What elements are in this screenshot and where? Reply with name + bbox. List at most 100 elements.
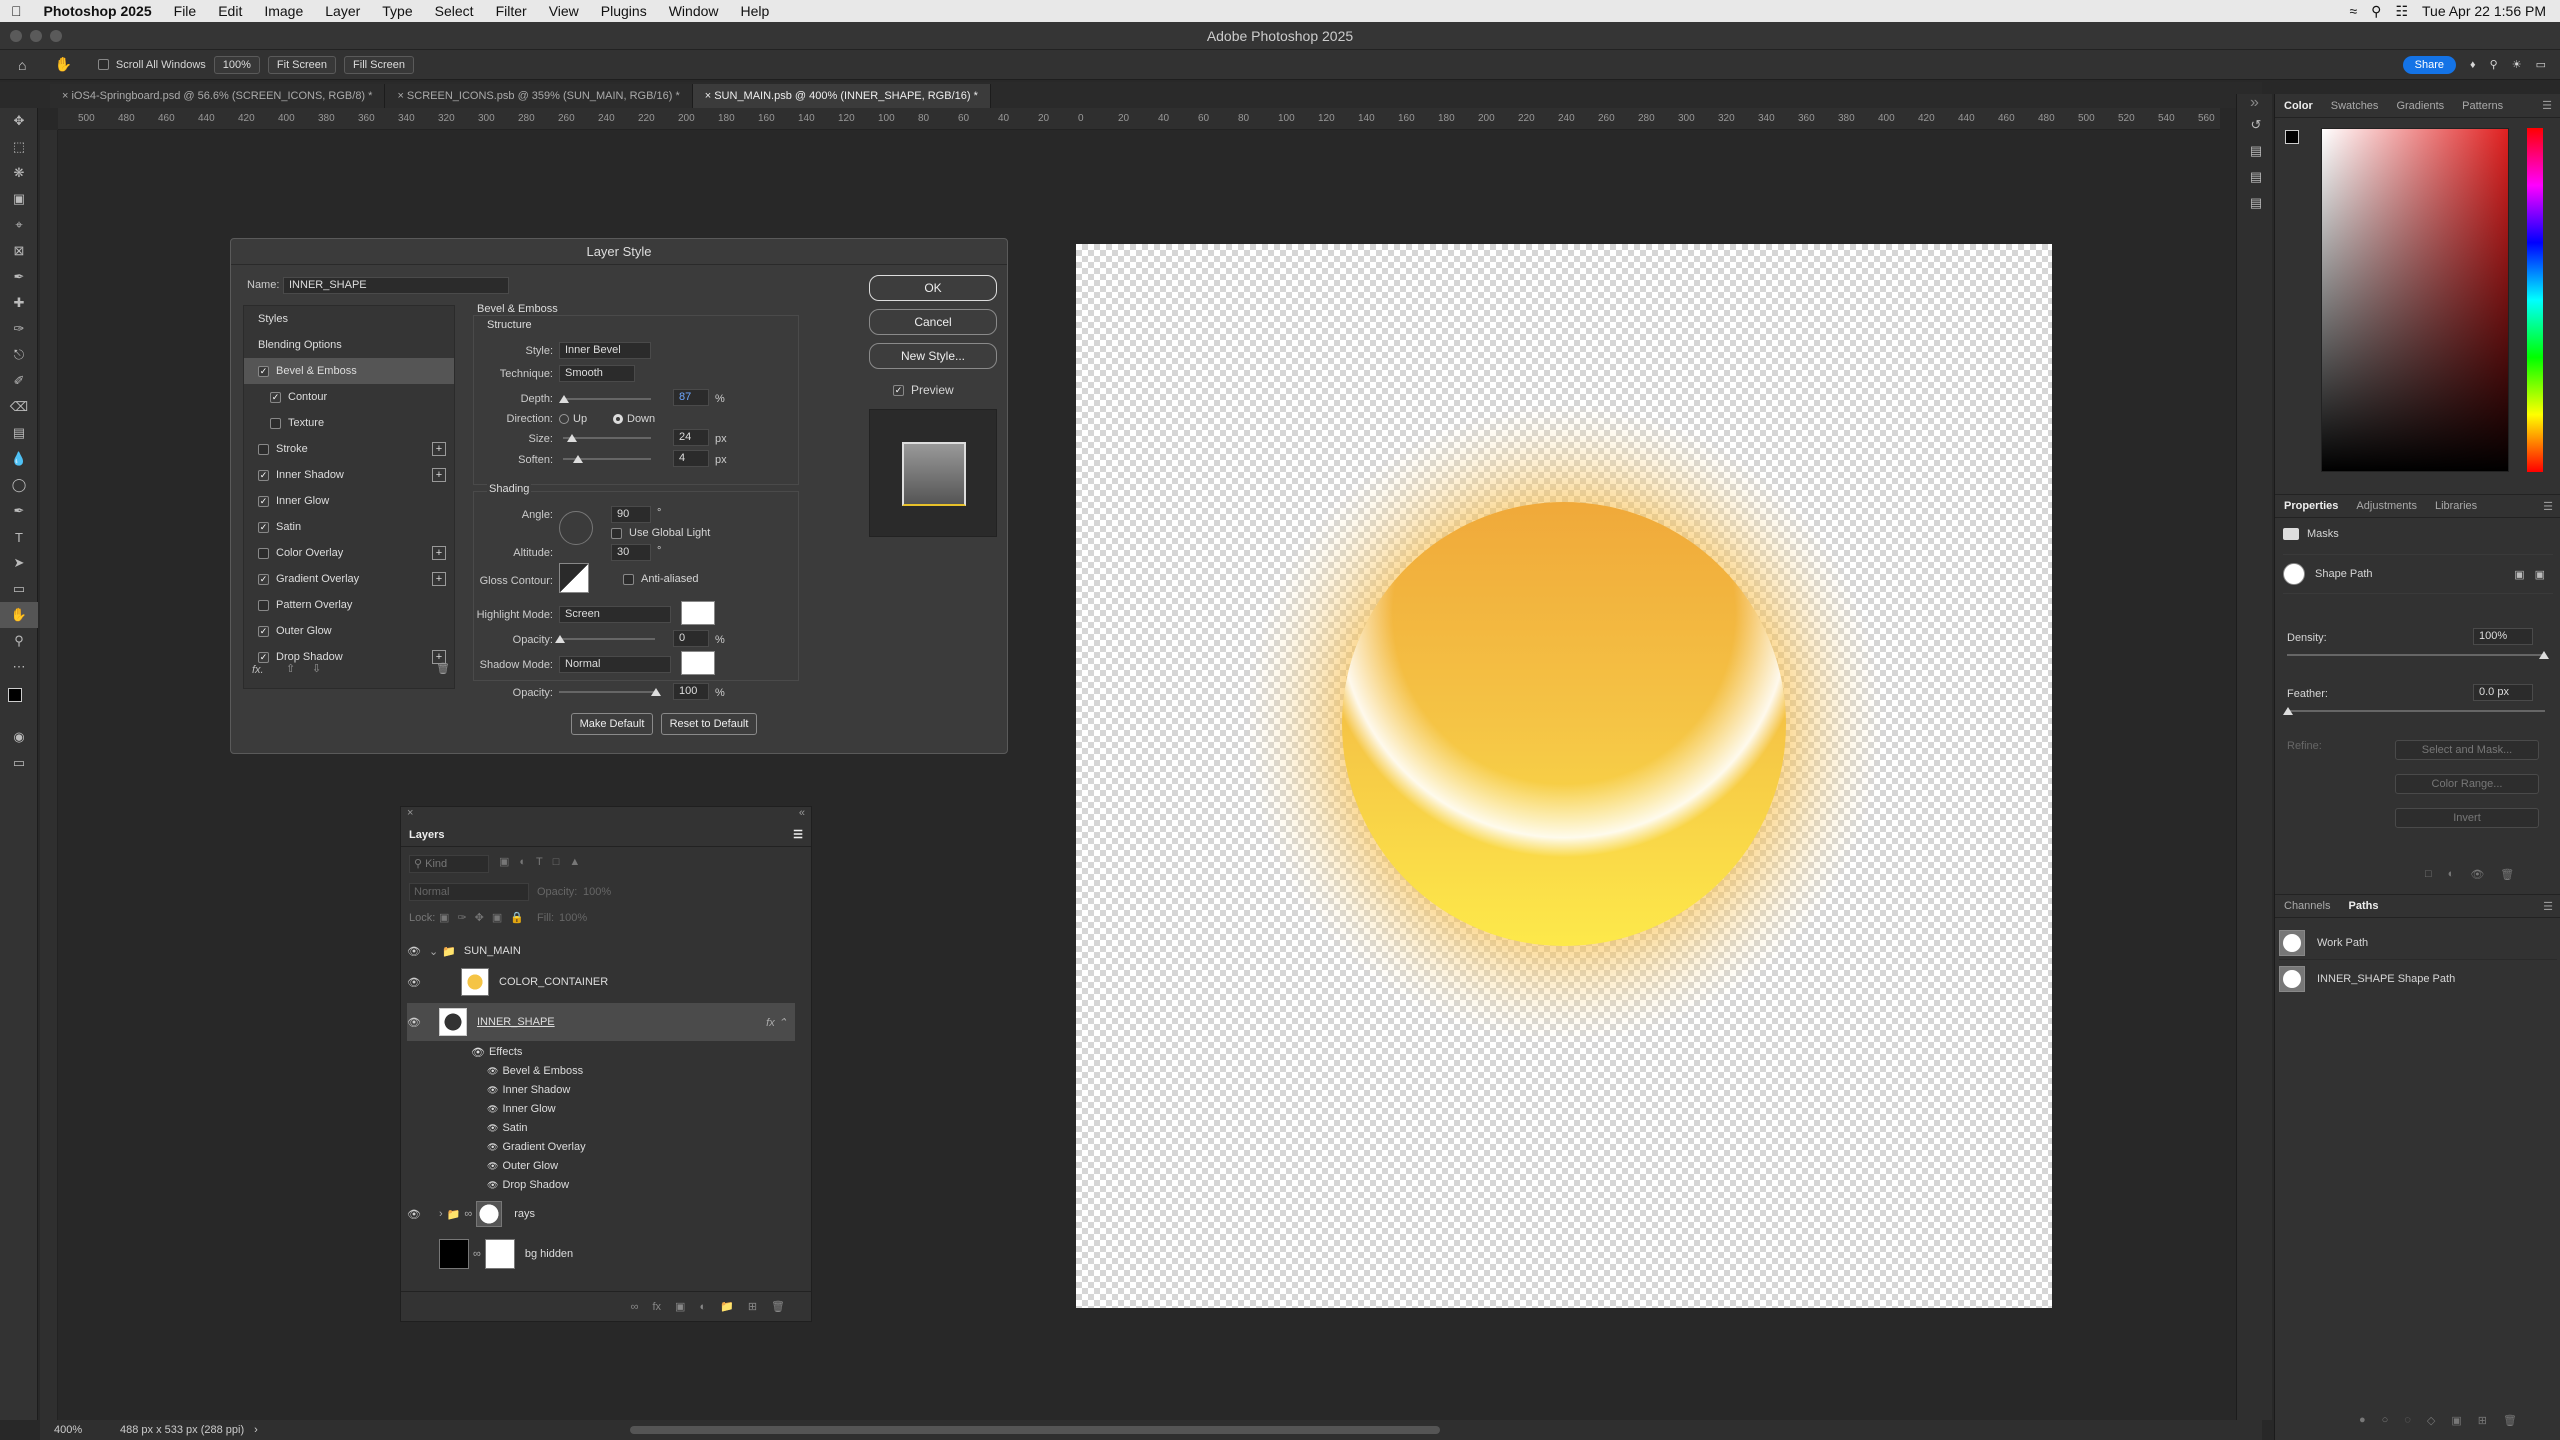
path-row-work-path[interactable]: Work Path: [2279, 926, 2557, 960]
effect-eye-icon[interactable]: 👁: [487, 1066, 498, 1077]
scroll-all-windows-checkbox[interactable]: Scroll All Windows: [97, 59, 206, 71]
panel-menu-icon[interactable]: ☰: [2542, 99, 2560, 112]
new-style-button[interactable]: New Style...: [869, 343, 997, 369]
fx-menu-button[interactable]: fx.: [252, 664, 264, 676]
soften-slider-thumb[interactable]: [573, 455, 583, 463]
panel-menu-icon[interactable]: ☰: [793, 823, 803, 847]
add-style-instance-icon[interactable]: +: [432, 572, 446, 586]
density-slider[interactable]: [2287, 654, 2545, 656]
depth-slider[interactable]: [563, 398, 651, 400]
blur-tool-icon[interactable]: 💧: [0, 446, 38, 472]
add-mask-icon[interactable]: ▣: [675, 1300, 685, 1313]
style-item-stroke[interactable]: Stroke +: [244, 436, 454, 462]
highlight-opacity-slider[interactable]: [559, 638, 655, 640]
style-item-inner-shadow[interactable]: ✓ Inner Shadow +: [244, 462, 454, 488]
screen-mode-icon[interactable]: ▭: [0, 750, 38, 776]
healing-tool-icon[interactable]: ✚: [0, 290, 38, 316]
menu-help[interactable]: Help: [730, 0, 781, 22]
style-item-drop-shadow[interactable]: ✓ Drop Shadow +: [244, 644, 454, 670]
home-icon[interactable]: ⌂: [18, 57, 26, 73]
color-range-button[interactable]: Color Range...: [2395, 774, 2539, 794]
mask-visibility-icon[interactable]: 👁: [2470, 868, 2484, 881]
styles-header[interactable]: Styles: [244, 306, 454, 332]
tab-springboard[interactable]: × iOS4-Springboard.psd @ 56.6% (SCREEN_I…: [50, 84, 386, 108]
style-item-texture[interactable]: Texture: [244, 410, 454, 436]
quick-mask-icon[interactable]: ◉: [0, 724, 38, 750]
highlight-mode-select[interactable]: Screen: [559, 606, 671, 623]
style-checkbox[interactable]: ✓: [258, 365, 269, 377]
clock[interactable]: Tue Apr 22 1:56 PM: [2422, 3, 2546, 19]
style-checkbox[interactable]: ✓: [258, 521, 269, 533]
new-layer-icon[interactable]: ⊞: [748, 1300, 757, 1313]
color-chips[interactable]: [2285, 130, 2307, 152]
density-field[interactable]: 100%: [2473, 628, 2533, 645]
zoom-window-button[interactable]: [50, 30, 62, 42]
style-item-outer-glow[interactable]: ✓ Outer Glow: [244, 618, 454, 644]
density-slider-thumb[interactable]: [2539, 651, 2549, 659]
load-path-selection-icon[interactable]: ◌: [2404, 1414, 2411, 1427]
fill-value[interactable]: 100%: [559, 912, 587, 924]
direction-up-radio[interactable]: Up: [559, 413, 587, 425]
hand-tool-icon[interactable]: ✋: [54, 56, 71, 73]
effect-eye-icon[interactable]: 👁: [487, 1085, 498, 1096]
apply-mask-icon[interactable]: ◐: [2448, 868, 2455, 881]
style-checkbox[interactable]: [258, 443, 269, 455]
load-selection-icon[interactable]: □: [2425, 868, 2432, 881]
visibility-eye-icon[interactable]: 👁: [407, 1016, 421, 1029]
menu-view[interactable]: View: [538, 0, 590, 22]
new-group-icon[interactable]: 📁: [720, 1300, 734, 1313]
add-style-instance-icon[interactable]: +: [432, 546, 446, 560]
visibility-eye-icon[interactable]: 👁: [407, 945, 421, 958]
style-checkbox[interactable]: ✓: [258, 495, 269, 507]
reset-to-default-button[interactable]: Reset to Default: [661, 713, 757, 735]
angle-field[interactable]: 90: [611, 506, 651, 523]
angle-dial[interactable]: [559, 511, 593, 545]
tab-libraries[interactable]: Libraries: [2426, 500, 2486, 512]
wifi-icon[interactable]: ≈: [2349, 3, 2357, 19]
zoom-level[interactable]: 400%: [40, 1424, 112, 1436]
tab-sun-main[interactable]: × SUN_MAIN.psb @ 400% (INNER_SHAPE, RGB/…: [692, 84, 991, 108]
effect-row[interactable]: 👁 Inner Glow: [407, 1100, 795, 1118]
style-item-pattern-overlay[interactable]: Pattern Overlay: [244, 592, 454, 618]
collapse-icon[interactable]: «: [799, 807, 805, 823]
brush-tool-icon[interactable]: ✑: [0, 316, 38, 342]
foreground-color[interactable]: [2285, 130, 2299, 144]
search-icon[interactable]: ⚲: [2371, 3, 2381, 20]
foreground-color[interactable]: [8, 688, 22, 702]
menu-plugins[interactable]: Plugins: [590, 0, 658, 22]
use-global-light-checkbox[interactable]: Use Global Light: [611, 527, 710, 539]
visibility-eye-icon[interactable]: 👁: [407, 1208, 421, 1221]
gradient-tool-icon[interactable]: ▤: [0, 420, 38, 446]
size-field[interactable]: 24: [673, 429, 709, 446]
tab-color[interactable]: Color: [2275, 100, 2322, 112]
highlight-opacity-thumb[interactable]: [555, 635, 565, 643]
size-slider-thumb[interactable]: [567, 434, 577, 442]
dodge-tool-icon[interactable]: ◯: [0, 472, 38, 498]
path-row-inner-shape[interactable]: INNER_SHAPE Shape Path: [2279, 962, 2557, 996]
style-item-contour[interactable]: ✓ Contour: [244, 384, 454, 410]
zoom-100-button[interactable]: 100%: [213, 55, 260, 74]
history-icon[interactable]: ↺: [2237, 112, 2275, 138]
layer-row-rays[interactable]: 👁 › 📁 ∞ rays: [407, 1197, 795, 1231]
effects-row[interactable]: 👁 Effects: [407, 1043, 795, 1061]
effect-eye-icon[interactable]: 👁: [487, 1142, 498, 1153]
effect-eye-icon[interactable]: 👁: [487, 1123, 498, 1134]
menu-image[interactable]: Image: [253, 0, 314, 22]
menu-type[interactable]: Type: [371, 0, 423, 22]
technique-select[interactable]: Smooth: [559, 365, 635, 382]
panel-menu-icon[interactable]: ☰: [2543, 900, 2560, 913]
feather-field[interactable]: 0.0 px: [2473, 684, 2533, 701]
feather-slider[interactable]: [2287, 710, 2545, 712]
anti-aliased-checkbox[interactable]: Anti-aliased: [623, 573, 698, 585]
path-select-tool-icon[interactable]: ➤: [0, 550, 38, 576]
new-path-icon[interactable]: ⊞: [2478, 1414, 2487, 1427]
highlight-color-swatch[interactable]: [681, 601, 715, 625]
hue-slider[interactable]: [2527, 128, 2543, 472]
delete-mask-icon[interactable]: 🗑: [2500, 868, 2514, 881]
effect-row[interactable]: 👁 Gradient Overlay: [407, 1138, 795, 1156]
highlight-opacity-field[interactable]: 0: [673, 630, 709, 647]
effect-eye-icon[interactable]: 👁: [487, 1161, 498, 1172]
gloss-contour-picker[interactable]: [559, 563, 589, 593]
trash-icon[interactable]: 🗑: [436, 662, 450, 675]
tab-adjustments[interactable]: Adjustments: [2347, 500, 2426, 512]
